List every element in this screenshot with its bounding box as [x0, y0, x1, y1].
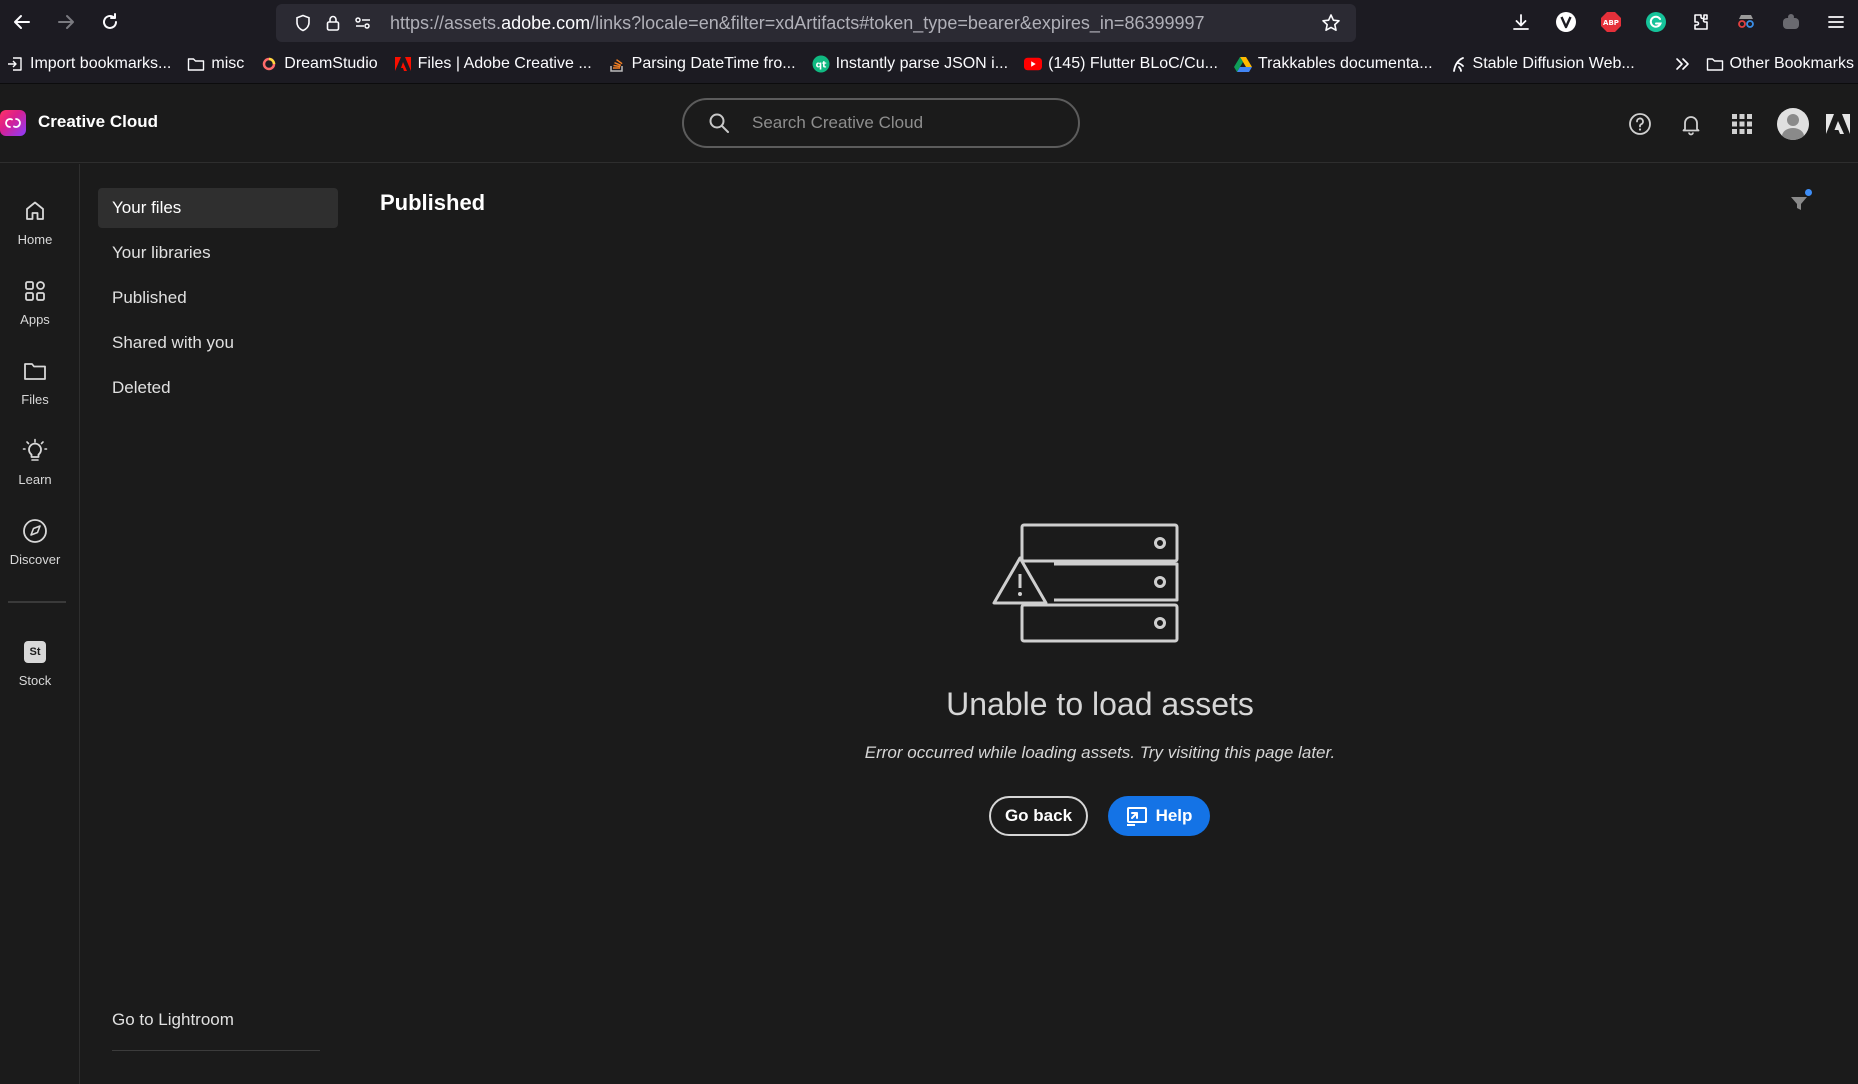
bookmark-item[interactable]: Files | Adobe Creative ...: [394, 44, 592, 84]
folder-icon: [23, 354, 47, 388]
youtube-icon: [1024, 55, 1043, 73]
error-title: Unable to load assets: [946, 686, 1254, 722]
more-bookmarks-chevron-icon[interactable]: [1674, 44, 1692, 84]
url-text[interactable]: https://assets.adobe.com/links?locale=en…: [390, 13, 1205, 34]
bookmark-star-icon[interactable]: [1314, 4, 1348, 42]
external-help-icon: [1126, 806, 1148, 826]
server-warning-illustration-icon: [992, 523, 1179, 643]
filter-active-dot: [1805, 189, 1812, 196]
svg-text:qt: qt: [815, 60, 826, 70]
stock-icon: St: [24, 635, 46, 669]
menu-hamburger-icon[interactable]: [1813, 0, 1858, 44]
bookmark-item[interactable]: Stable Diffusion Web...: [1449, 44, 1635, 84]
adobe-icon: [394, 55, 412, 73]
bookmark-item[interactable]: Parsing DateTime fro...: [608, 44, 796, 84]
help-button[interactable]: Help: [1108, 796, 1210, 836]
dreamstudio-icon: [260, 55, 278, 73]
rail-item-learn[interactable]: Learn: [0, 434, 70, 506]
left-rail: Home Apps Files Learn Discover St Stock: [0, 164, 80, 1084]
rail-item-apps[interactable]: Apps: [0, 274, 70, 346]
rail-divider: [8, 601, 66, 603]
avatar[interactable]: [1767, 84, 1818, 163]
search-box[interactable]: [682, 98, 1080, 148]
help-icon[interactable]: [1614, 84, 1665, 163]
permissions-icon[interactable]: [348, 4, 378, 42]
stackoverflow-icon: [608, 55, 626, 73]
notifications-bell-icon[interactable]: [1665, 84, 1716, 163]
app-header: Creative Cloud: [0, 84, 1858, 163]
huggingface-icon: [1449, 55, 1467, 73]
drive-icon: [1233, 55, 1252, 73]
apps-icon: [23, 274, 47, 308]
folder-icon: [1706, 55, 1724, 73]
files-nav-your-files[interactable]: Your files: [98, 188, 338, 228]
downloads-icon[interactable]: [1498, 0, 1543, 44]
adblock-plus-icon[interactable]: ABP: [1588, 0, 1633, 44]
shield-icon[interactable]: [288, 4, 318, 42]
files-nav-deleted[interactable]: Deleted: [98, 368, 338, 408]
apps-grid-icon[interactable]: [1716, 84, 1767, 163]
files-nav-your-libraries[interactable]: Your libraries: [98, 233, 338, 273]
error-description: Error occurred while loading assets. Try…: [864, 743, 1336, 762]
bookmark-item[interactable]: qt Instantly parse JSON i...: [812, 44, 1008, 84]
lock-icon[interactable]: [318, 4, 348, 42]
import-icon: [6, 55, 24, 73]
svg-text:ABP: ABP: [1603, 19, 1619, 27]
bookmark-item[interactable]: (145) Flutter BLoC/Cu...: [1024, 44, 1218, 84]
creative-cloud-logo-icon[interactable]: [0, 110, 26, 136]
rail-item-files[interactable]: Files: [0, 354, 70, 426]
vimium-extension-icon[interactable]: [1543, 0, 1588, 44]
page-title: Published: [380, 190, 486, 215]
bookmark-item[interactable]: misc: [187, 44, 244, 84]
files-nav-shared-with-you[interactable]: Shared with you: [98, 323, 338, 363]
search-input[interactable]: [752, 113, 1052, 133]
back-icon[interactable]: [0, 0, 44, 44]
compass-icon: [22, 514, 48, 548]
filter-icon: [1791, 197, 1807, 210]
quicktype-icon: qt: [812, 55, 830, 73]
bookmark-item[interactable]: Trakkables documenta...: [1233, 44, 1433, 84]
app-title[interactable]: Creative Cloud: [38, 112, 158, 132]
lightbulb-icon: [22, 434, 48, 468]
extension-gray-icon[interactable]: [1768, 0, 1813, 44]
files-nav-published[interactable]: Published: [98, 278, 338, 318]
bookmark-item[interactable]: Import bookmarks...: [6, 44, 171, 84]
rail-item-home[interactable]: Home: [0, 194, 70, 266]
go-back-button[interactable]: Go back: [989, 796, 1088, 836]
search-icon: [708, 112, 752, 134]
user-avatar-icon: [1776, 107, 1809, 140]
filter-button[interactable]: [1784, 188, 1814, 218]
rail-item-stock[interactable]: St Stock: [0, 635, 70, 707]
reload-icon[interactable]: [88, 0, 132, 44]
spy-extension-icon[interactable]: [1723, 0, 1768, 44]
go-to-lightroom-link[interactable]: Go to Lightroom: [112, 1010, 234, 1030]
extensions-puzzle-icon[interactable]: [1678, 0, 1723, 44]
grammarly-icon[interactable]: [1633, 0, 1678, 44]
forward-icon[interactable]: [44, 0, 88, 44]
bookmark-item[interactable]: DreamStudio: [260, 44, 378, 84]
other-bookmarks[interactable]: Other Bookmarks: [1706, 44, 1854, 84]
files-nav: Your files Your libraries Published Shar…: [98, 188, 338, 413]
bookmarks-bar: Import bookmarks... misc DreamStudio Fil…: [0, 44, 1858, 84]
url-bar[interactable]: https://assets.adobe.com/links?locale=en…: [276, 4, 1356, 42]
lightroom-divider: [112, 1050, 320, 1051]
browser-toolbar: https://assets.adobe.com/links?locale=en…: [0, 0, 1858, 44]
rail-item-discover[interactable]: Discover: [0, 514, 70, 586]
folder-icon: [187, 55, 205, 73]
home-icon: [23, 194, 47, 228]
adobe-logo-icon[interactable]: [1818, 84, 1858, 163]
help-button-label: Help: [1155, 806, 1193, 825]
